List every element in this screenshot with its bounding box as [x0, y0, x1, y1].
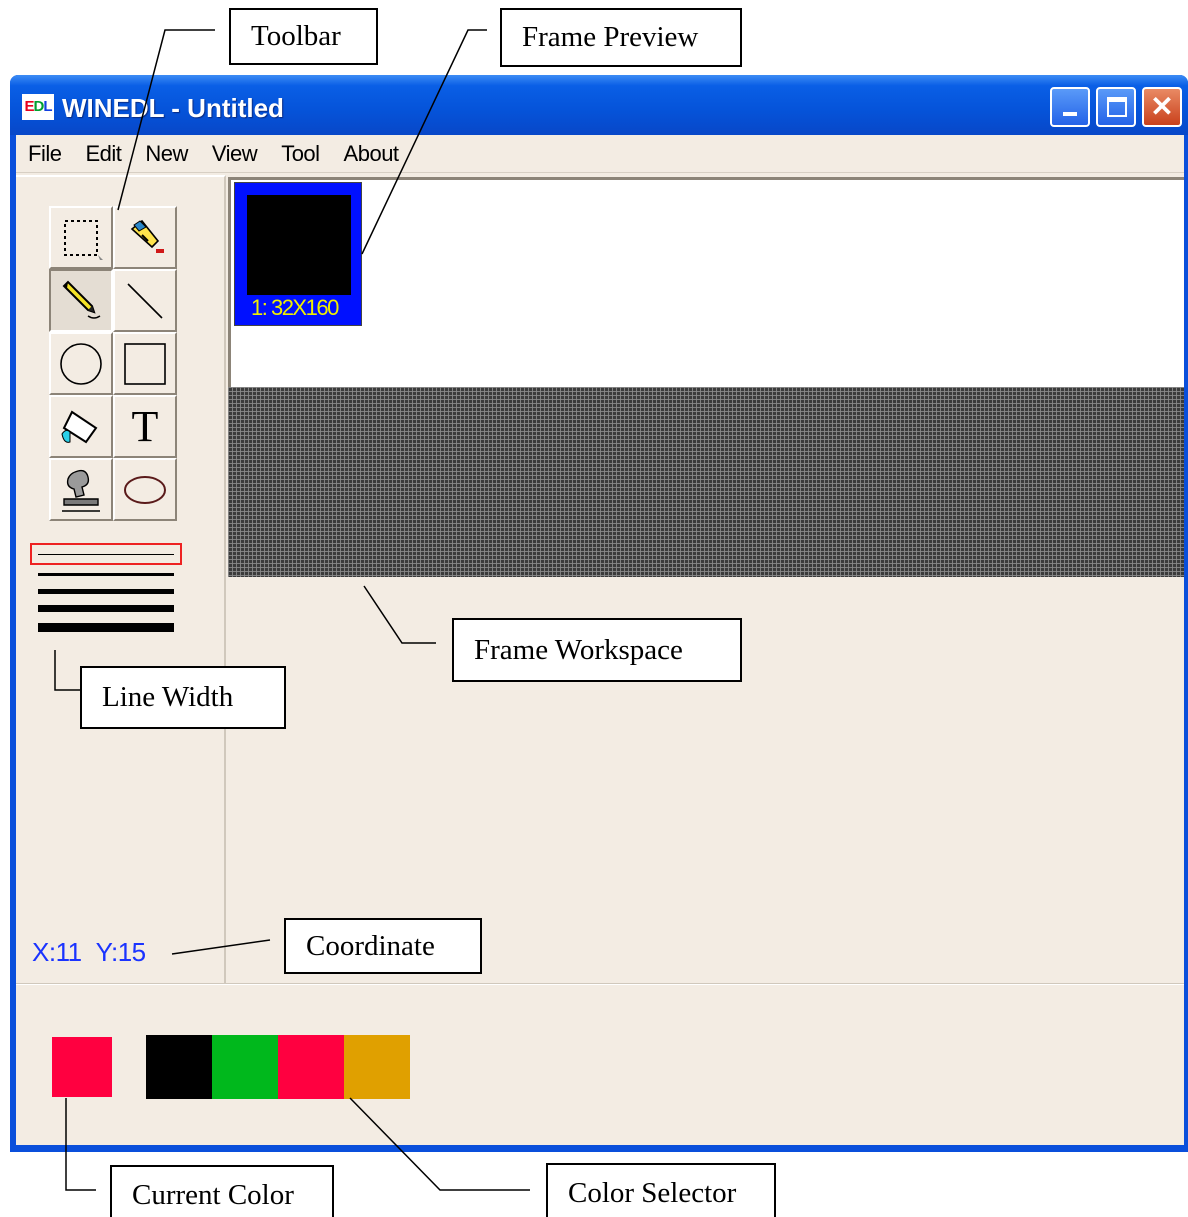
- frame-workspace-callout: Frame Workspace: [452, 618, 742, 682]
- color-selector-callout: Color Selector: [546, 1163, 776, 1217]
- toolbar-callout: Toolbar: [229, 8, 378, 65]
- frame-preview-callout: Frame Preview: [500, 8, 742, 67]
- coordinate-callout: Coordinate: [284, 918, 482, 974]
- current-color-callout: Current Color: [110, 1165, 334, 1217]
- line-width-callout: Line Width: [80, 666, 286, 729]
- annotation-leader-lines: [54, 29, 530, 1191]
